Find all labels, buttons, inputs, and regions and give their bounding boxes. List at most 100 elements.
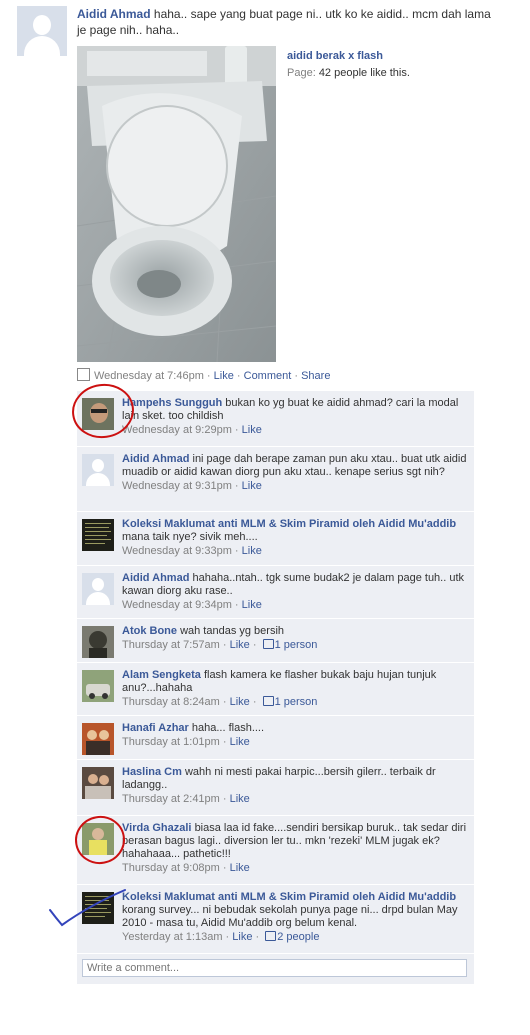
attachment-photo[interactable] <box>77 46 276 362</box>
comment-meta: Thursday at 8:24am · Like · 1 person <box>122 696 318 708</box>
profile-photo-icon <box>82 723 114 755</box>
comment-time: Wednesday at 9:31pm <box>122 480 232 492</box>
avatar[interactable] <box>82 670 114 702</box>
comment-like-link[interactable]: Like <box>230 736 250 748</box>
comment-like-link[interactable]: Like <box>230 639 250 651</box>
thumbs-up-icon <box>265 931 277 941</box>
avatar[interactable] <box>82 723 114 755</box>
comment-author-link[interactable]: Virda Ghazali <box>122 822 192 834</box>
comment-time: Wednesday at 9:34pm <box>122 599 232 611</box>
comment-author-link[interactable]: Haslina Cm <box>122 766 182 778</box>
comment-item: Hanafi Azhar haha... flash.... Thursday … <box>77 716 474 760</box>
comment-author-link[interactable]: Hampehs Sungguh <box>122 397 222 409</box>
comment-item: Koleksi Maklumat anti MLM & Skim Piramid… <box>77 885 474 954</box>
attachment-info: aidid berak x flash Page: 42 people like… <box>287 50 487 79</box>
comment-author-link[interactable]: Koleksi Maklumat anti MLM & Skim Piramid… <box>122 518 456 530</box>
profile-photo-icon <box>82 767 114 799</box>
avatar[interactable] <box>82 454 114 486</box>
avatar[interactable] <box>82 767 114 799</box>
profile-photo-icon <box>82 670 114 702</box>
attachment-meta: Page: 42 people like this. <box>287 67 487 79</box>
profile-photo-icon <box>82 892 114 924</box>
thumbs-up-icon <box>262 639 274 649</box>
comment-item: Aidid Ahmad hahaha..ntah.. tgk sume buda… <box>77 566 474 619</box>
comment-author-link[interactable]: Aidid Ahmad <box>122 453 189 465</box>
comment-body: Aidid Ahmad ini page dah berape zaman pu… <box>122 453 467 493</box>
comment-author-link[interactable]: Koleksi Maklumat anti MLM & Skim Piramid… <box>122 891 456 903</box>
comment-item: Atok Bone wah tandas yg bersih Thursday … <box>77 619 474 663</box>
comment-like-link[interactable]: Like <box>230 793 250 805</box>
comment-item: Virda Ghazali biasa laa id fake....sendi… <box>77 816 474 885</box>
comment-likes-count[interactable]: 2 people <box>277 931 319 943</box>
comment-item: Aidid Ahmad ini page dah berape zaman pu… <box>77 447 474 512</box>
avatar[interactable] <box>82 892 114 924</box>
post-footer: Wednesday at 7:46pm · Like · Comment · S… <box>77 368 330 382</box>
comment-meta: Thursday at 2:41pm · Like <box>122 793 250 805</box>
comment-item: Alam Sengketa flash kamera ke flasher bu… <box>77 663 474 716</box>
comment-time: Thursday at 8:24am <box>122 696 220 708</box>
avatar[interactable] <box>82 573 114 605</box>
comment-body: Koleksi Maklumat anti MLM & Skim Piramid… <box>122 891 467 944</box>
comment-body: Hampehs Sungguh bukan ko yg buat ke aidi… <box>122 397 467 437</box>
comment-text: korang survey... ni bebudak sekolah puny… <box>122 904 458 929</box>
avatar-silhouette-head <box>33 15 51 35</box>
comment-author-link[interactable]: Aidid Ahmad <box>122 572 189 584</box>
comment-likes-count[interactable]: 1 person <box>275 639 318 651</box>
comment-like-link[interactable]: Like <box>230 862 250 874</box>
comment-author-link[interactable]: Atok Bone <box>122 625 177 637</box>
comment-meta: Wednesday at 9:33pm · Like <box>122 545 262 557</box>
comment-meta: Thursday at 9:08pm · Like <box>122 862 250 874</box>
attachment-type-label: Page: <box>287 67 316 79</box>
profile-photo-icon <box>82 519 114 551</box>
comment-likes-count[interactable]: 1 person <box>275 696 318 708</box>
attachment-likes-text: 42 people like this. <box>318 67 410 79</box>
comment-item: Haslina Cm wahh ni mesti pakai harpic...… <box>77 760 474 816</box>
comment-body: Koleksi Maklumat anti MLM & Skim Piramid… <box>122 518 467 558</box>
attachment-title-link[interactable]: aidid berak x flash <box>287 50 487 62</box>
comment-meta: Yesterday at 1:13am · Like · 2 people <box>122 931 320 943</box>
comment-time: Yesterday at 1:13am <box>122 931 223 943</box>
thumbs-up-icon <box>262 696 274 706</box>
post-like-link[interactable]: Like <box>214 370 234 382</box>
post-timestamp[interactable]: Wednesday at 7:46pm <box>94 370 204 382</box>
comment-text: haha... flash.... <box>191 722 265 734</box>
comment-like-link[interactable]: Like <box>242 480 262 492</box>
comment-time: Wednesday at 9:29pm <box>122 424 232 436</box>
avatar[interactable] <box>82 519 114 551</box>
profile-photo-icon <box>82 823 114 855</box>
comment-time: Thursday at 9:08pm <box>122 862 220 874</box>
comment-author-link[interactable]: Hanafi Azhar <box>122 722 189 734</box>
avatar[interactable] <box>82 398 114 430</box>
comment-text: mana taik nye? sivik meh.... <box>122 531 258 543</box>
post-comment-link[interactable]: Comment <box>244 370 292 382</box>
note-icon <box>77 368 90 381</box>
post-share-link[interactable]: Share <box>301 370 330 382</box>
comment-like-link[interactable]: Like <box>230 696 250 708</box>
comment-like-link[interactable]: Like <box>242 424 262 436</box>
comment-body: Atok Bone wah tandas yg bersih Thursday … <box>122 625 467 652</box>
toilet-photo-graphic <box>77 46 276 362</box>
comment-body: Aidid Ahmad hahaha..ntah.. tgk sume buda… <box>122 572 467 612</box>
profile-photo-icon <box>82 626 114 658</box>
avatar-silhouette-body <box>24 36 60 56</box>
post-author-link[interactable]: Aidid Ahmad <box>77 7 151 21</box>
avatar[interactable] <box>82 823 114 855</box>
comment-body: Haslina Cm wahh ni mesti pakai harpic...… <box>122 766 467 806</box>
avatar[interactable] <box>82 626 114 658</box>
comment-meta: Thursday at 7:57am · Like · 1 person <box>122 639 318 651</box>
comment-text: wah tandas yg bersih <box>180 625 285 637</box>
comment-item: Hampehs Sungguh bukan ko yg buat ke aidi… <box>77 391 474 447</box>
comment-like-link[interactable]: Like <box>242 599 262 611</box>
author-avatar[interactable] <box>17 6 67 56</box>
post-message: Aidid Ahmad haha.. sape yang buat page n… <box>77 6 502 38</box>
comment-body: Virda Ghazali biasa laa id fake....sendi… <box>122 822 467 875</box>
comment-body: Hanafi Azhar haha... flash.... Thursday … <box>122 722 467 749</box>
comment-author-link[interactable]: Alam Sengketa <box>122 669 201 681</box>
write-comment-input[interactable] <box>82 959 467 977</box>
comment-meta: Wednesday at 9:31pm · Like <box>122 480 262 492</box>
comment-like-link[interactable]: Like <box>232 931 252 943</box>
comment-time: Thursday at 1:01pm <box>122 736 220 748</box>
profile-photo-icon <box>82 398 114 430</box>
comment-composer <box>77 954 474 984</box>
comment-like-link[interactable]: Like <box>242 545 262 557</box>
